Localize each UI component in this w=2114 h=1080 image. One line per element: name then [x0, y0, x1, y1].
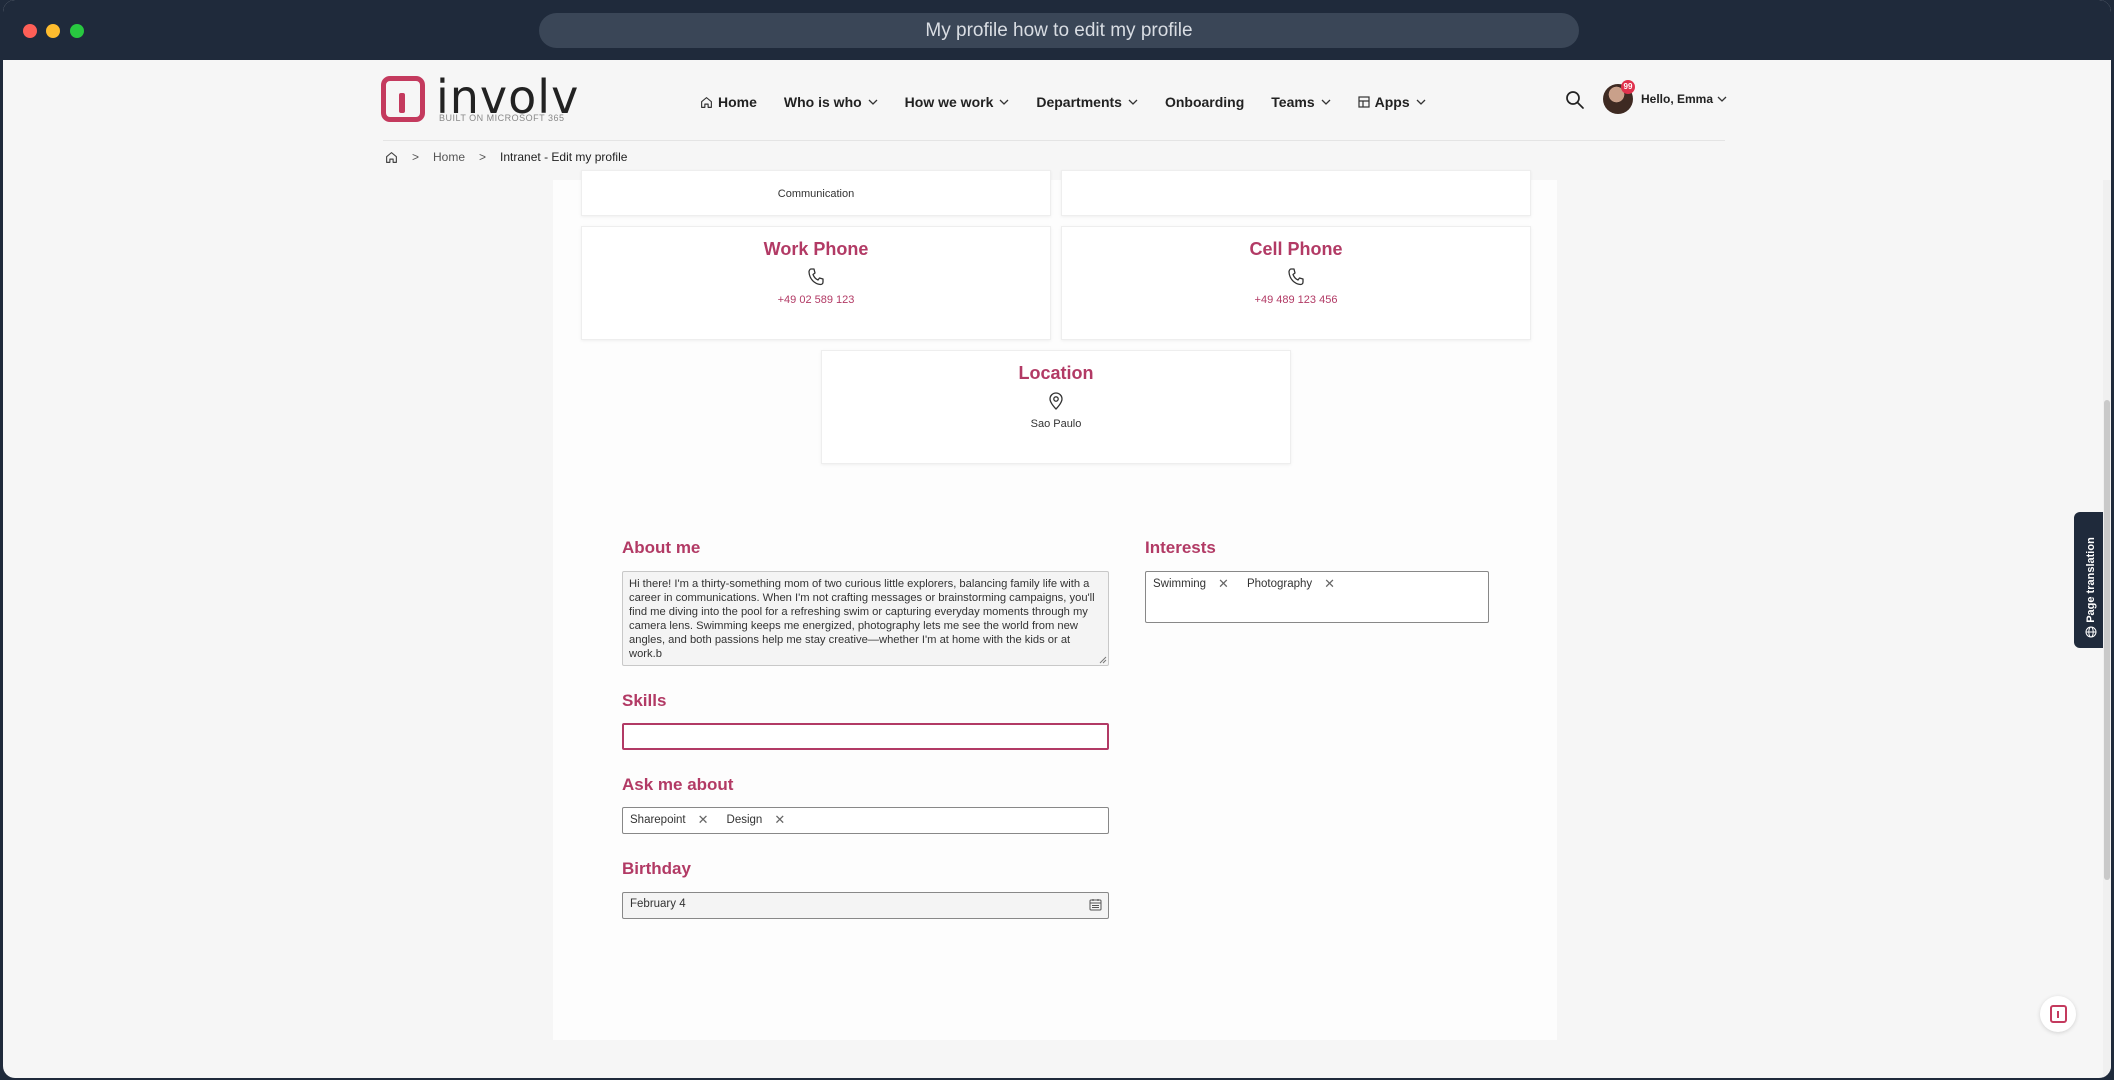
about-me-text: Hi there! I'm a thirty-something mom of … [629, 578, 1095, 660]
browser-window: My profile how to edit my profile involv… [3, 0, 2111, 1078]
nav-teams[interactable]: Teams [1271, 94, 1331, 110]
cell-phone-value[interactable]: +49 489 123 456 [1062, 294, 1530, 306]
phone-icon [1288, 268, 1304, 286]
skills-heading: Skills [622, 691, 667, 710]
profile-content: Communication Work Phone +49 02 589 123 … [553, 170, 1557, 1040]
apps-icon [1358, 96, 1370, 108]
map-pin-icon [1049, 392, 1063, 410]
interest-tag-label: Swimming [1153, 578, 1207, 590]
nav-departments[interactable]: Departments [1036, 94, 1138, 110]
header-divider [383, 140, 1725, 141]
birthday-heading: Birthday [622, 859, 691, 878]
title-bar: My profile how to edit my profile [3, 0, 2111, 60]
ask-me-about-tag: Sharepoint ✕ [630, 812, 709, 828]
chevron-down-icon [1321, 99, 1331, 105]
phone-icon [808, 268, 824, 286]
ask-me-about-tag-label: Design [726, 814, 763, 826]
involv-assistant-button[interactable] [2040, 996, 2076, 1032]
nav-home-label: Home [718, 94, 757, 110]
department-card: Communication [581, 170, 1051, 216]
cell-phone-card: Cell Phone +49 489 123 456 [1061, 226, 1531, 340]
ask-me-about-tag-label: Sharepoint [630, 814, 686, 826]
notification-badge: 99 [1621, 80, 1635, 94]
avatar: 99 [1603, 80, 1635, 114]
nav-departments-label: Departments [1036, 94, 1122, 110]
ask-me-about-tag-field[interactable]: Sharepoint ✕ Design ✕ [622, 807, 1109, 834]
work-phone-card: Work Phone +49 02 589 123 [581, 226, 1051, 340]
page-scrollbar[interactable] [2103, 180, 2111, 1078]
birthday-value: February 4 [630, 898, 686, 910]
nav-teams-label: Teams [1271, 94, 1315, 110]
nav-how-we-work-label: How we work [904, 94, 994, 110]
remove-tag-icon[interactable]: ✕ [1324, 576, 1335, 592]
breadcrumb: > Home > Intranet - Edit my profile [385, 150, 627, 164]
breadcrumb-current: Intranet - Edit my profile [500, 150, 628, 164]
location-value: Sao Paulo [1030, 418, 1082, 430]
involv-logo[interactable]: involv BUILT ON MICROSOFT 365 [381, 70, 578, 126]
profile-card-empty [1061, 170, 1531, 216]
remove-tag-icon[interactable]: ✕ [774, 812, 785, 828]
work-phone-label: Work Phone [763, 239, 869, 259]
department-value: Communication [777, 188, 855, 200]
nav-who-is-who-label: Who is who [783, 94, 862, 110]
chevron-down-icon [1416, 99, 1426, 105]
interest-tag-label: Photography [1246, 578, 1313, 590]
site-header: involv BUILT ON MICROSOFT 365 Home Who i… [3, 60, 2111, 141]
nav-how-we-work[interactable]: How we work [905, 94, 1010, 110]
birthday-date-picker[interactable]: February 4 [622, 892, 1109, 919]
minimize-window-button[interactable] [46, 24, 60, 38]
logo-mark-icon [381, 76, 425, 122]
address-bar[interactable]: My profile how to edit my profile [539, 13, 1579, 48]
nav-onboarding-label: Onboarding [1164, 94, 1245, 110]
home-icon[interactable] [385, 151, 398, 164]
skills-input[interactable] [622, 723, 1109, 750]
logo-tagline: BUILT ON MICROSOFT 365 [439, 113, 565, 123]
home-icon [701, 96, 712, 108]
maximize-window-button[interactable] [70, 24, 84, 38]
resize-handle-icon[interactable] [1099, 656, 1107, 664]
remove-tag-icon[interactable]: ✕ [1218, 576, 1229, 592]
user-menu[interactable]: 99 Hello, Emma [1603, 80, 1727, 114]
globe-icon [2085, 626, 2097, 638]
chevron-down-icon [1717, 96, 1727, 102]
close-window-button[interactable] [23, 24, 37, 38]
breadcrumb-home[interactable]: Home [433, 150, 465, 164]
ask-me-about-tag: Design ✕ [727, 812, 786, 828]
about-me-textarea[interactable]: Hi there! I'm a thirty-something mom of … [622, 571, 1109, 666]
main-nav: Home Who is who How we work Departments … [700, 90, 1453, 114]
location-card: Location Sao Paulo [821, 350, 1291, 464]
interests-tag-field[interactable]: Swimming ✕ Photography ✕ [1145, 571, 1489, 623]
ask-me-about-heading: Ask me about [622, 775, 734, 794]
user-greeting: Hello, Emma [1641, 92, 1714, 106]
location-label: Location [1018, 363, 1094, 383]
remove-tag-icon[interactable]: ✕ [698, 812, 709, 828]
cell-phone-label: Cell Phone [1249, 239, 1343, 259]
chevron-down-icon [1128, 99, 1138, 105]
nav-who-is-who[interactable]: Who is who [784, 94, 878, 110]
interests-heading: Interests [1145, 538, 1216, 557]
interest-tag: Photography ✕ [1247, 576, 1335, 592]
involv-logo-icon [2050, 1005, 2067, 1023]
nav-onboarding[interactable]: Onboarding [1165, 94, 1244, 110]
breadcrumb-separator: > [412, 150, 420, 164]
nav-apps-label: Apps [1374, 94, 1410, 110]
chevron-down-icon [868, 99, 878, 105]
nav-home[interactable]: Home [700, 94, 757, 110]
page-translation-label: Page translation [2085, 537, 2097, 623]
breadcrumb-separator: > [479, 150, 487, 164]
about-me-heading: About me [622, 538, 701, 557]
search-icon[interactable] [1565, 90, 1585, 110]
nav-apps[interactable]: Apps [1358, 94, 1426, 110]
interest-tag: Swimming ✕ [1153, 576, 1229, 592]
scrollbar-thumb[interactable] [2104, 400, 2110, 880]
chevron-down-icon [999, 99, 1009, 105]
work-phone-value[interactable]: +49 02 589 123 [582, 294, 1050, 306]
calendar-icon[interactable] [1089, 898, 1102, 911]
